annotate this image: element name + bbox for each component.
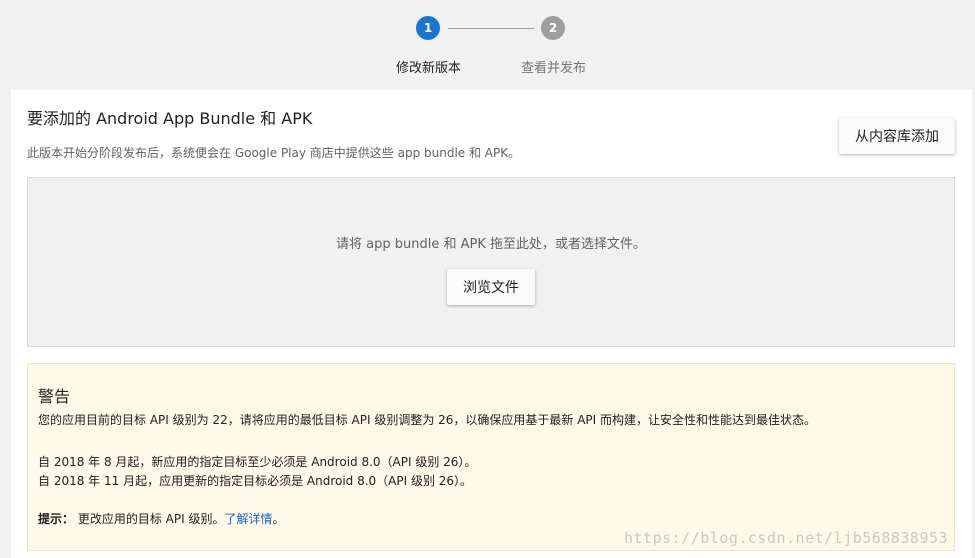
warning-text-app-updates: 自 2018 年 11 月起，应用更新的指定目标必须是 Android 8.0（… [38,474,473,488]
card-subtitle: 此版本开始分阶段发布后，系统便会在 Google Play 商店中提供这些 ap… [27,146,521,160]
step-2-indicator[interactable]: 2 [541,16,565,40]
step-1-indicator[interactable]: 1 [416,16,440,40]
browse-files-button[interactable]: 浏览文件 [447,269,535,305]
step-2-label[interactable]: 查看并发布 [521,57,586,76]
warning-title: 警告 [38,387,71,406]
upload-card: 要添加的 Android App Bundle 和 APK 此版本开始分阶段发布… [11,90,972,558]
release-stepper: 1 2 修改新版本 查看并发布 [0,0,975,90]
dropzone-text: 请将 app bundle 和 APK 拖至此处，或者选择文件。 [336,237,646,252]
watermark: https://blog.csdn.net/ljb568838953 [624,529,949,547]
tip-end: 。 [272,512,285,526]
step-1-label[interactable]: 修改新版本 [396,57,461,76]
add-from-library-button[interactable]: 从内容库添加 [839,118,955,154]
card-title: 要添加的 Android App Bundle 和 APK [27,109,313,128]
tip-text: 更改应用的目标 API 级别。 [77,512,225,526]
learn-more-link[interactable]: 了解详情 [224,512,272,526]
file-dropzone[interactable]: 请将 app bundle 和 APK 拖至此处，或者选择文件。 浏览文件 [27,177,955,347]
stepper-connector [448,28,534,29]
tip-label: 提示： [38,512,75,526]
warning-tip: 提示： 更改应用的目标 API 级别。了解详情。 [38,510,285,527]
warning-text-api-level: 您的应用目前的目标 API 级别为 22，请将应用的最低目标 API 级别调整为… [38,413,817,427]
warning-panel: 警告 您的应用目前的目标 API 级别为 22，请将应用的最低目标 API 级别… [27,363,955,551]
warning-text-new-apps: 自 2018 年 8 月起，新应用的指定目标至少必须是 Android 8.0（… [38,455,477,469]
